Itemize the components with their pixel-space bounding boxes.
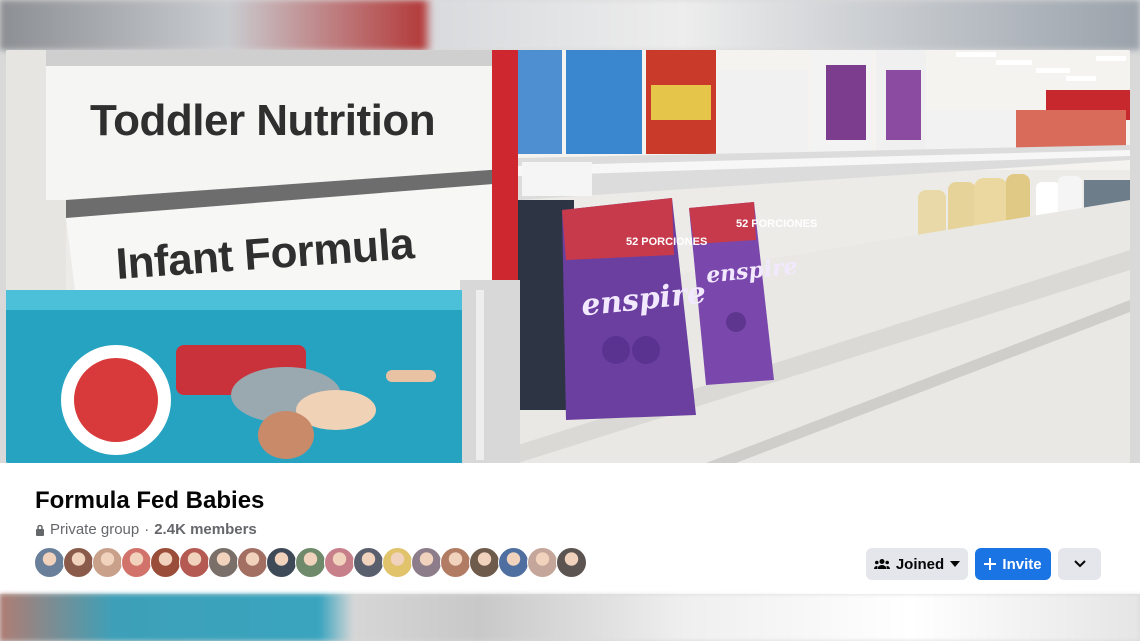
member-avatar[interactable] <box>353 547 384 578</box>
member-avatar[interactable] <box>498 547 529 578</box>
invite-button[interactable]: Invite <box>975 548 1051 580</box>
meta-separator: · <box>144 521 150 538</box>
member-avatar[interactable] <box>208 547 239 578</box>
member-avatar[interactable] <box>92 547 123 578</box>
member-avatar[interactable] <box>63 547 94 578</box>
box-badge: 52 PORCIONES <box>626 236 708 248</box>
cover-photo: Toddler Nutrition Infant Formula 52 PORC… <box>6 50 1130 463</box>
member-avatar[interactable] <box>295 547 326 578</box>
member-avatar[interactable] <box>150 547 181 578</box>
chevron-down-icon <box>1073 560 1086 568</box>
member-avatar[interactable] <box>34 547 65 578</box>
lock-icon <box>36 524 44 536</box>
joined-label: Joined <box>895 555 945 573</box>
group-header-panel: Formula Fed Babies Private group · 2.4K … <box>0 463 1140 594</box>
privacy-label[interactable]: Private group <box>50 521 139 538</box>
joined-button[interactable]: Joined <box>866 548 968 580</box>
member-avatar[interactable] <box>121 547 152 578</box>
member-avatar[interactable] <box>179 547 210 578</box>
member-avatars <box>34 547 587 578</box>
member-avatar[interactable] <box>527 547 558 578</box>
background-blur-top <box>0 0 1140 50</box>
member-avatar[interactable] <box>469 547 500 578</box>
background-blur-bottom <box>0 594 1140 641</box>
group-name[interactable]: Formula Fed Babies <box>35 487 264 515</box>
sign-toddler-nutrition: Toddler Nutrition <box>90 96 436 145</box>
member-avatar[interactable] <box>324 547 355 578</box>
plus-icon <box>984 558 997 570</box>
group-meta: Private group · 2.4K members <box>35 521 257 538</box>
member-avatar[interactable] <box>382 547 413 578</box>
member-avatar[interactable] <box>411 547 442 578</box>
people-icon <box>873 559 890 569</box>
invite-label: Invite <box>1002 555 1042 573</box>
member-avatar[interactable] <box>237 547 268 578</box>
member-avatar[interactable] <box>556 547 587 578</box>
caret-down-icon <box>950 561 961 567</box>
member-avatar[interactable] <box>266 547 297 578</box>
member-count[interactable]: 2.4K members <box>154 521 257 538</box>
box-badge-2: 52 PORCIONES <box>736 218 818 230</box>
more-options-button[interactable] <box>1058 548 1101 580</box>
member-avatar[interactable] <box>440 547 471 578</box>
